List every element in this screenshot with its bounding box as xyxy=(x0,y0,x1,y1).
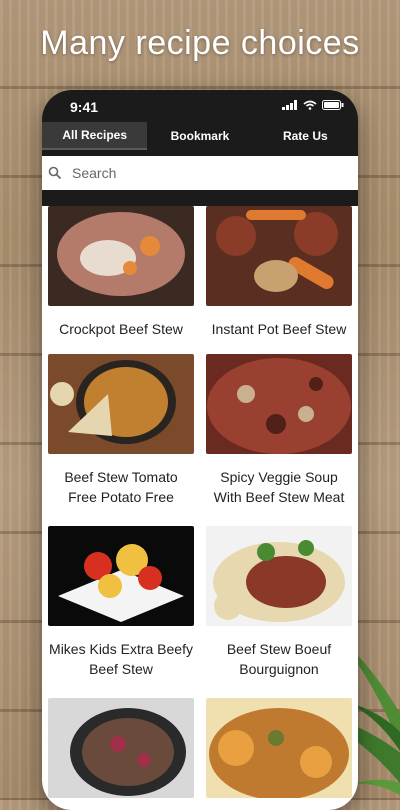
notch xyxy=(110,90,290,116)
recipe-title[interactable]: Crockpot Beef Stew xyxy=(46,319,196,339)
recipe-card-instant-pot-beef-stew[interactable]: Instant Pot Beef Stew xyxy=(204,206,354,339)
recipe-title[interactable]: Spicy Veggie Soup With Beef Stew Meat xyxy=(204,467,354,507)
recipe-card-spicy-veggie-soup[interactable]: Spicy Veggie Soup With Beef Stew Meat xyxy=(204,354,354,507)
recipe-image[interactable] xyxy=(48,698,194,798)
recipe-image[interactable] xyxy=(206,206,352,306)
tab-bookmark[interactable]: Bookmark xyxy=(147,122,252,150)
recipe-image[interactable] xyxy=(206,526,352,626)
search-input[interactable] xyxy=(70,164,334,182)
recipe-grid: Crockpot Beef Stew Instant Pot Beef Stew xyxy=(42,206,358,810)
recipe-card-mikes-kids-beef-stew[interactable]: Mikes Kids Extra Beefy Beef Stew xyxy=(46,526,196,679)
recipe-image[interactable] xyxy=(206,354,352,454)
status-bar: 9:41 xyxy=(42,90,358,122)
recipe-title[interactable]: Instant Pot Beef Stew xyxy=(204,319,354,339)
recipe-card-8[interactable] xyxy=(204,698,354,810)
recipe-image[interactable] xyxy=(206,698,352,800)
recipe-image[interactable] xyxy=(48,526,194,626)
tab-all-recipes[interactable]: All Recipes xyxy=(42,122,148,150)
battery-icon xyxy=(322,100,344,110)
recipe-card-beef-stew-boeuf-bourguignon[interactable]: Beef Stew Boeuf Bourguignon xyxy=(204,526,354,679)
search-bar xyxy=(42,156,358,190)
signal-icon xyxy=(282,100,297,110)
recipe-card-beef-stew-tomato-free[interactable]: Beef Stew Tomato Free Potato Free xyxy=(46,354,196,507)
recipe-title[interactable]: Beef Stew Tomato Free Potato Free xyxy=(46,467,196,507)
status-time: 9:41 xyxy=(70,99,99,115)
tab-rate-us[interactable]: Rate Us xyxy=(253,122,358,150)
recipe-image[interactable] xyxy=(48,206,194,306)
wifi-icon xyxy=(303,100,317,110)
recipe-card-7[interactable] xyxy=(46,698,196,810)
recipe-title[interactable]: Mikes Kids Extra Beefy Beef Stew xyxy=(46,639,196,679)
search-icon xyxy=(48,166,62,180)
status-icons xyxy=(282,100,344,110)
recipe-title[interactable]: Beef Stew Boeuf Bourguignon xyxy=(204,639,354,679)
tab-bar: All Recipes Bookmark Rate Us xyxy=(42,122,358,150)
recipe-card-crockpot-beef-stew[interactable]: Crockpot Beef Stew xyxy=(46,206,196,339)
recipe-image[interactable] xyxy=(48,354,194,454)
promo-headline: Many recipe choices xyxy=(40,24,360,62)
phone-frame: 9:41 All Recipes Bookmark Rate Us Search… xyxy=(42,90,358,810)
